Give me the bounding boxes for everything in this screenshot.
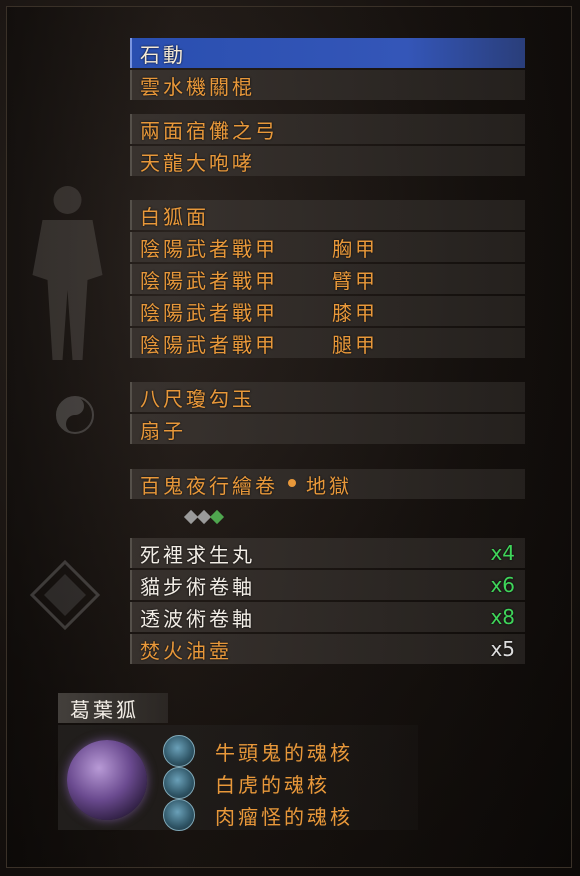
soul-core-2[interactable]: 白虎的魂核 [163,767,330,799]
consumable-list: 死裡求生丸 x4 貓步術卷軸 x6 透波術卷軸 x8 焚火油壺 x5 [130,538,525,666]
item-name: 死裡求生丸 [140,542,255,567]
bullet-icon [288,478,296,487]
armor-part: 臂甲 [332,268,378,293]
item-count: x8 [490,605,515,629]
scroll-name: 百鬼夜行繪卷 [140,473,278,498]
item-count: x5 [490,637,515,661]
accessory-name: 扇子 [140,418,186,443]
soul-core-name: 肉瘤怪的魂核 [215,804,353,829]
ranged-list: 兩面宿儺之弓 天龍大咆哮 [130,114,525,178]
item-count: x4 [490,541,515,565]
fox-spirit-icon [67,740,147,820]
guardian-label: 葛葉狐 [70,697,139,722]
gem-icon [209,509,225,525]
scroll-slot[interactable]: 百鬼夜行繪卷 地獄 [130,469,525,499]
armor-silhouette-icon [32,186,103,360]
soul-core-icon [163,767,195,799]
weapon-list: 石動 雲水機關棍 [130,38,525,102]
armor-part: 膝甲 [332,300,378,325]
armor-slot-head[interactable]: 白狐面 [130,200,525,230]
armor-slot-arms[interactable]: 陰陽武者戰甲 臂甲 [130,264,525,294]
armor-part: 胸甲 [332,236,378,261]
ranged-slot-2[interactable]: 天龍大咆哮 [130,146,525,176]
armor-name: 白狐面 [140,204,209,229]
gem-indicators [183,509,225,525]
weapon-name: 雲水機關棍 [140,74,255,99]
armor-name: 陰陽武者戰甲 [140,268,278,293]
consumable-slot-1[interactable]: 死裡求生丸 x4 [130,538,525,568]
armor-slot-knees[interactable]: 陰陽武者戰甲 膝甲 [130,296,525,326]
weapon-slot-2[interactable]: 雲水機關棍 [130,70,525,100]
armor-part: 腿甲 [332,332,378,357]
scroll-list: 百鬼夜行繪卷 地獄 [130,469,525,501]
armor-slot-chest[interactable]: 陰陽武者戰甲 胸甲 [130,232,525,262]
armor-list: 白狐面 陰陽武者戰甲 胸甲 陰陽武者戰甲 臂甲 陰陽武者戰甲 膝甲 陰陽武者戰甲 腿甲 [130,200,525,360]
weapon-slot-1[interactable]: 石動 [130,38,525,68]
item-count: x6 [490,573,515,597]
ranged-slot-1[interactable]: 兩面宿儺之弓 [130,114,525,144]
accessory-name: 八尺瓊勾玉 [140,386,255,411]
soul-core-3[interactable]: 肉瘤怪的魂核 [163,799,353,831]
yin-yang-icon [56,396,94,434]
weapon-name: 石動 [140,42,186,67]
consumable-slot-2[interactable]: 貓步術卷軸 x6 [130,570,525,600]
item-name: 透波術卷軸 [140,606,255,631]
armor-name: 陰陽武者戰甲 [140,300,278,325]
soul-core-name: 白虎的魂核 [215,772,330,797]
soul-core-icon [163,799,195,831]
soul-core-name: 牛頭鬼的魂核 [215,740,353,765]
accessory-list: 八尺瓊勾玉 扇子 [130,382,525,446]
guardian-spirit-name[interactable]: 葛葉狐 [58,693,168,723]
scroll-difficulty: 地獄 [306,473,352,498]
consumable-slot-3[interactable]: 透波術卷軸 x8 [130,602,525,632]
diamond-slot-icon [30,560,100,630]
soul-core-1[interactable]: 牛頭鬼的魂核 [163,735,353,767]
accessory-slot-2[interactable]: 扇子 [130,414,525,444]
armor-name: 陰陽武者戰甲 [140,332,278,357]
ranged-name: 兩面宿儺之弓 [140,118,278,143]
consumable-slot-4[interactable]: 焚火油壺 x5 [130,634,525,664]
armor-name: 陰陽武者戰甲 [140,236,278,261]
accessory-slot-1[interactable]: 八尺瓊勾玉 [130,382,525,412]
armor-slot-legs[interactable]: 陰陽武者戰甲 腿甲 [130,328,525,358]
ranged-name: 天龍大咆哮 [140,150,255,175]
soul-core-icon [163,735,195,767]
item-name: 焚火油壺 [140,638,232,663]
item-name: 貓步術卷軸 [140,574,255,599]
